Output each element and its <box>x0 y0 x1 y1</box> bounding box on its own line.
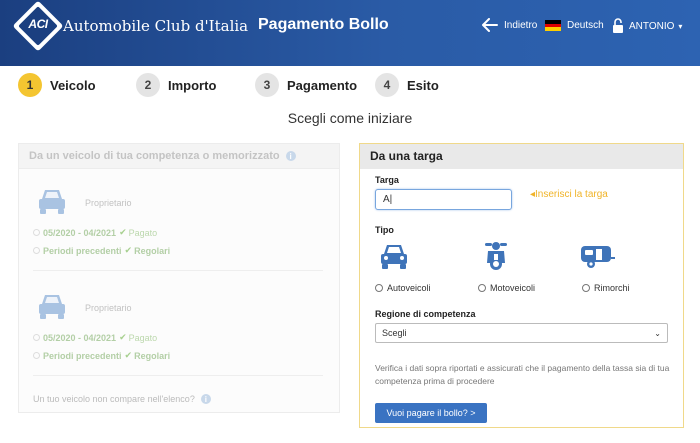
check-icon: ✔ <box>119 227 127 237</box>
missing-vehicle-link[interactable]: Un tuo veicolo non compare nell'elenco? … <box>33 394 211 404</box>
step-pagamento[interactable]: 3 Pagamento <box>255 73 357 97</box>
radio-icon <box>33 334 40 341</box>
step-label: Esito <box>407 77 439 93</box>
targa-input[interactable] <box>375 189 512 210</box>
progress-steps: 1 Veicolo 2 Importo 3 Pagamento 4 Esito <box>0 66 700 104</box>
step-label: Veicolo <box>50 77 96 93</box>
period-dates: 05/2020 - 04/2021 <box>43 332 117 343</box>
car-icon <box>39 295 65 319</box>
step-veicolo[interactable]: 1 Veicolo <box>18 73 96 97</box>
language-switch[interactable]: Deutsch <box>545 20 604 32</box>
brand-name: Automobile Club d'Italia <box>63 17 249 35</box>
page-subtitle: Scegli come iniziare <box>287 110 413 126</box>
saved-vehicles-title: Da un veicolo di tua competenza o memori… <box>29 150 280 162</box>
back-label: Indietro <box>504 19 538 31</box>
regione-select[interactable]: Scegli ⌄ <box>375 323 668 343</box>
step-number: 4 <box>375 73 399 97</box>
check-icon: ✔ <box>124 245 133 255</box>
unlock-icon <box>613 18 623 33</box>
check-icon: ✔ <box>119 332 127 342</box>
plate-panel-heading: Da una targa <box>360 144 683 169</box>
pay-bollo-button[interactable]: Vuoi pagare il bollo? > <box>375 403 487 423</box>
user-name: ANTONIO <box>629 20 675 32</box>
radio-motoveicoli[interactable]: Motoveicoli <box>478 283 535 293</box>
paid-status: Pagato <box>128 227 158 238</box>
step-esito[interactable]: 4 Esito <box>375 73 439 97</box>
radio-label: Autoveicoli <box>387 283 431 293</box>
radio-autoveicoli[interactable]: Autoveicoli <box>375 283 431 293</box>
arrow-left-icon <box>482 18 498 32</box>
radio-rimorchi[interactable]: Rimorchi <box>582 283 630 293</box>
step-number: 2 <box>136 73 160 97</box>
radio-icon <box>582 284 590 292</box>
page-title: Pagamento Bollo <box>258 16 389 33</box>
trailer-icon[interactable] <box>580 244 616 270</box>
vehicle-previous: Periodi precedenti ✔ Regolari <box>33 245 173 256</box>
check-icon: ✔ <box>124 350 133 360</box>
radio-label: Motoveicoli <box>490 283 536 293</box>
chevron-down-icon: ▾ <box>678 21 683 31</box>
radio-icon <box>33 352 40 359</box>
saved-vehicles-heading: Da un veicolo di tua competenza o memori… <box>19 144 339 169</box>
radio-label: Rimorchi <box>594 283 630 293</box>
app-header: ACI Automobile Club d'Italia Pagamento B… <box>0 0 700 66</box>
previous-status: Regolari <box>134 350 171 361</box>
chevron-down-icon: ⌄ <box>654 328 661 338</box>
step-number: 1 <box>18 73 42 97</box>
german-flag-icon <box>545 20 561 32</box>
radio-icon <box>478 284 486 292</box>
user-menu[interactable]: ANTONIO ▾ <box>612 18 682 34</box>
step-number: 3 <box>255 73 279 97</box>
saved-vehicles-panel: Da un veicolo di tua competenza o memori… <box>18 143 340 413</box>
targa-label: Targa <box>375 175 399 185</box>
verification-notice: Verifica i dati sopra riportati e assicu… <box>375 363 670 386</box>
step-label: Importo <box>168 77 217 93</box>
radio-icon <box>375 284 383 292</box>
previous-periods: Periodi precedenti <box>43 350 122 361</box>
vehicle-period: 05/2020 - 04/2021 ✔ Pagato <box>33 332 157 343</box>
radio-icon <box>33 229 40 236</box>
radio-icon <box>33 247 40 254</box>
vehicle-period: 05/2020 - 04/2021 ✔ Pagato <box>33 227 157 238</box>
scooter-icon[interactable] <box>481 241 511 271</box>
tipo-label: Tipo <box>375 225 394 235</box>
regione-label: Regione di competenza <box>375 309 476 319</box>
info-icon[interactable]: i <box>285 151 296 161</box>
plate-search-panel: Da una targa Targa ◂Inserisci la targa T… <box>359 143 684 428</box>
targa-hint-text: Inserisci la targa <box>535 189 608 200</box>
step-label: Pagamento <box>287 77 358 93</box>
logo-text: ACI <box>28 17 48 31</box>
previous-periods: Periodi precedenti <box>43 245 122 256</box>
targa-hint: ◂Inserisci la targa <box>530 189 608 200</box>
regione-selected: Scegli <box>382 328 407 338</box>
step-importo[interactable]: 2 Importo <box>136 73 216 97</box>
car-icon[interactable] <box>379 243 409 270</box>
period-dates: 05/2020 - 04/2021 <box>43 227 117 238</box>
vehicle-previous: Periodi precedenti ✔ Regolari <box>33 350 173 361</box>
info-icon[interactable]: i <box>200 394 211 404</box>
missing-vehicle-text: Un tuo veicolo non compare nell'elenco? <box>33 394 195 404</box>
car-icon <box>39 190 65 214</box>
language-label: Deutsch <box>567 20 604 31</box>
back-link[interactable]: Indietro <box>482 18 537 32</box>
previous-status: Regolari <box>134 245 171 256</box>
vehicle-owner: Proprietario <box>85 198 132 208</box>
divider <box>33 375 323 376</box>
divider <box>33 270 323 271</box>
vehicle-owner: Proprietario <box>85 303 132 313</box>
paid-status: Pagato <box>128 332 158 343</box>
